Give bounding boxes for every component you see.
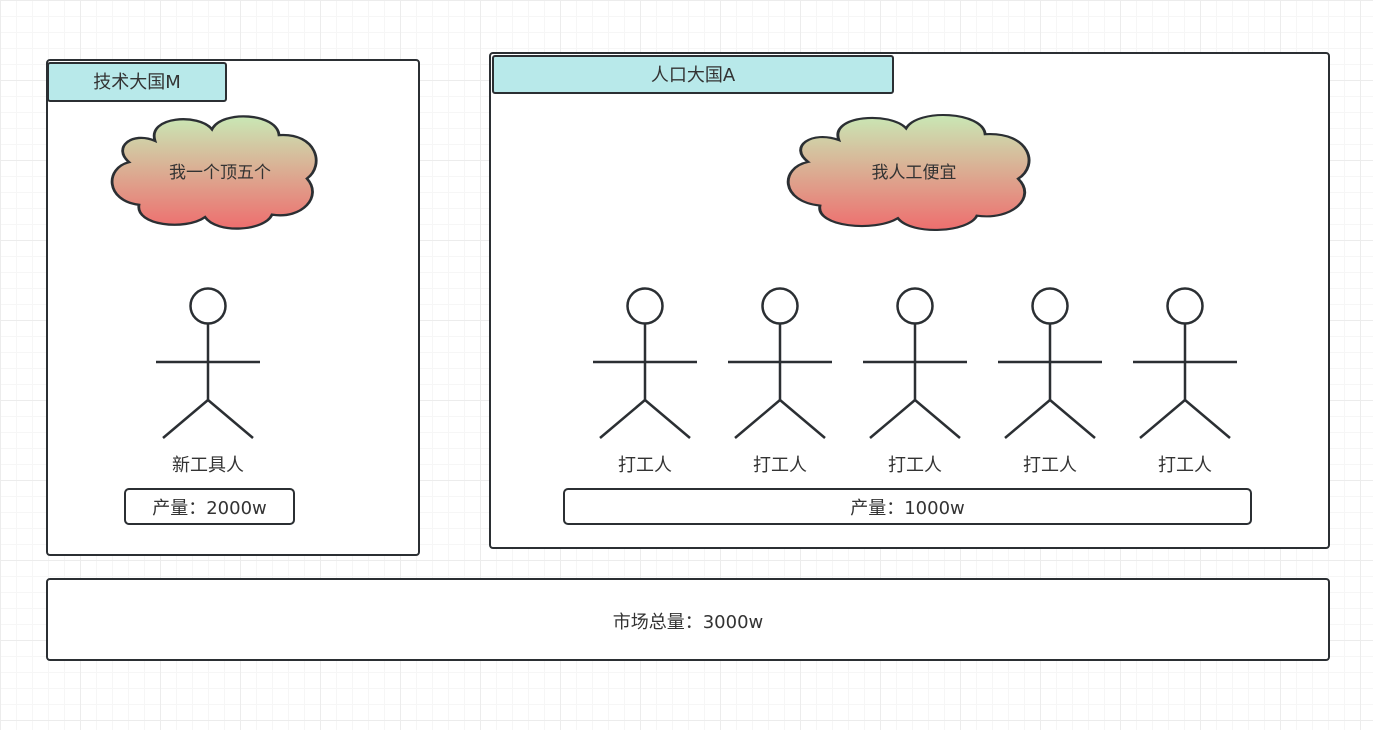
worker-actor-label: 打工人: [1158, 455, 1212, 476]
worker-actor-figure: [861, 287, 969, 440]
population-output-box: 产量：1000w: [563, 488, 1252, 525]
worker-actor-label: 打工人: [888, 455, 942, 476]
worker-actor-label: 打工人: [1023, 455, 1077, 476]
worker-actor-label: 打工人: [753, 455, 807, 476]
population-cloud-text: 我人工便宜: [872, 163, 957, 183]
worker-actor-figure: [591, 287, 699, 440]
worker-actor-figure: [726, 287, 834, 440]
tech-cloud-text: 我一个顶五个: [169, 163, 271, 183]
tech-actor-figure: [154, 287, 262, 440]
diagram-shapes: 我一个顶五个 我人工便宜: [110, 113, 1239, 440]
worker-actor-figure: [1131, 287, 1239, 440]
tech-actor-label: 新工具人: [172, 455, 244, 476]
worker-actor-figure: [996, 287, 1104, 440]
worker-actor-label: 打工人: [618, 455, 672, 476]
tech-output-box: 产量：2000w: [124, 488, 295, 525]
